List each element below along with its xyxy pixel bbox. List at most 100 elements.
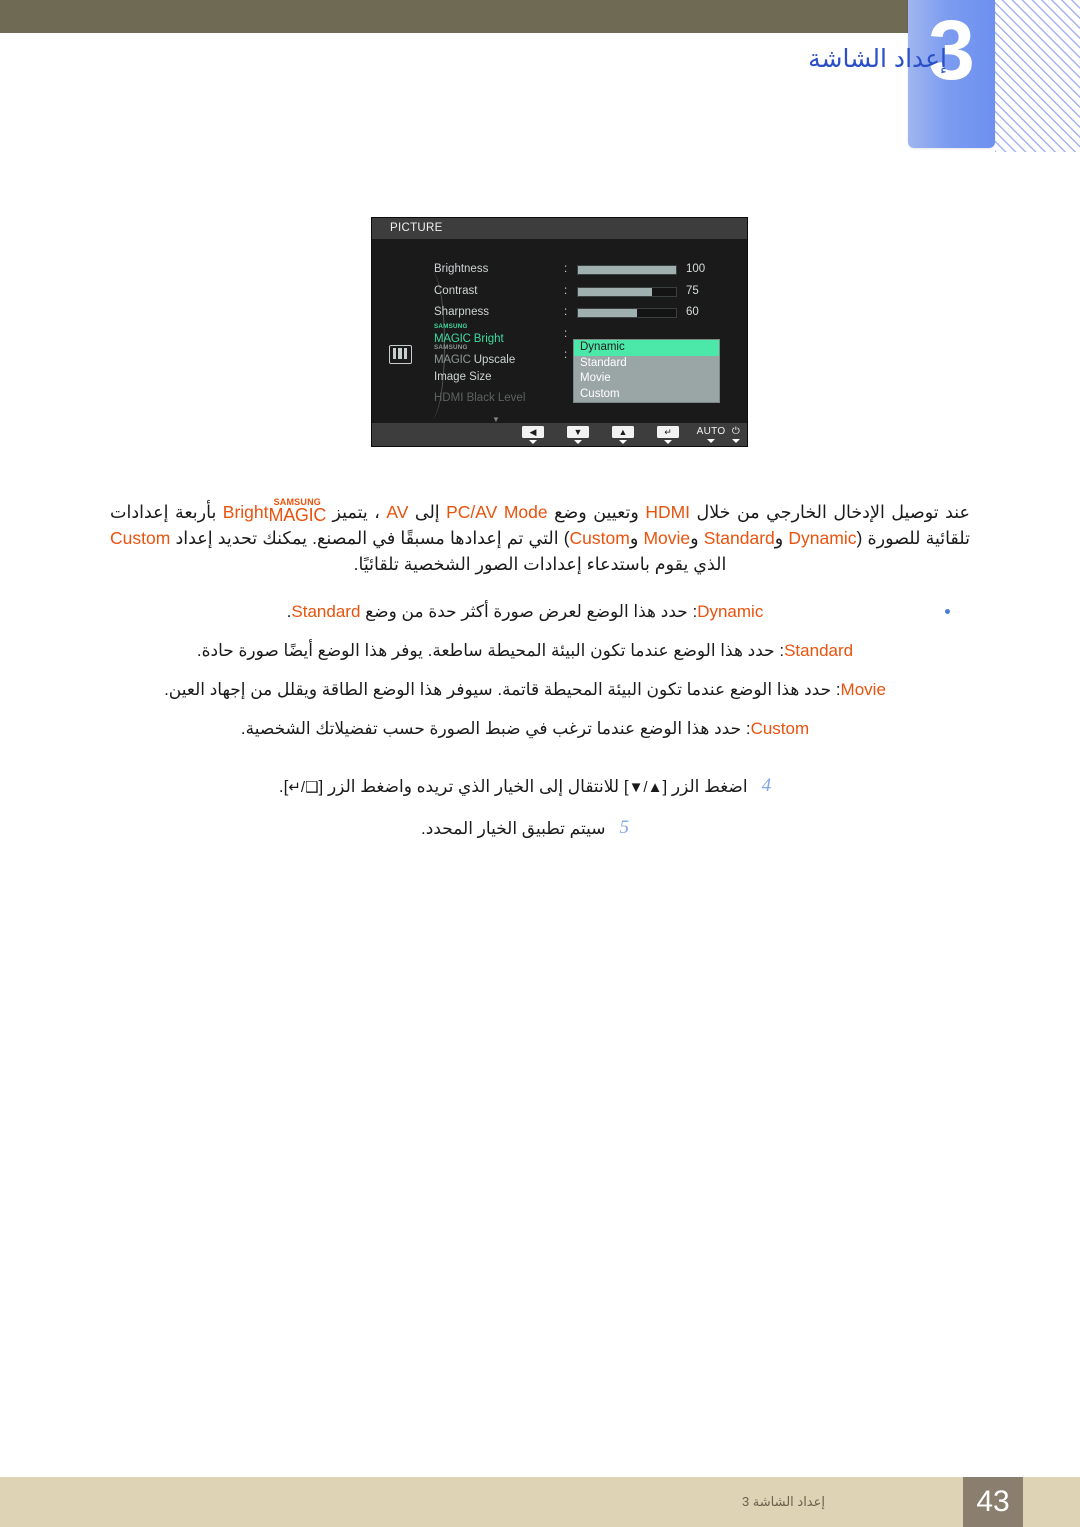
magic-suffix: Upscale [473, 354, 516, 367]
osd-label-hdmi-black-level: HDMI Black Level [434, 392, 526, 404]
header-olive-bar [0, 0, 908, 33]
bullet-dot-icon [945, 609, 950, 614]
magic-wordmark: MAGIC [268, 504, 327, 525]
updown-keycap-icon: ▲/▼ [628, 779, 663, 796]
button-pointer-icon [619, 439, 627, 444]
osd-row-contrast[interactable]: Contrast : 75 [434, 283, 734, 305]
auto-button[interactable]: AUTO [690, 426, 732, 443]
osd-value-sharpness: 60 [686, 306, 699, 318]
button-pointer-icon [574, 439, 582, 444]
osd-colon: : [564, 284, 568, 297]
term-av: AV [386, 501, 409, 522]
intro-paragraph: عند توصيل الإدخال الخارجي من خلال HDMI و… [110, 497, 970, 577]
list-item: Movie: حدد هذا الوضع عندما تكون البيئة ا… [100, 670, 950, 709]
osd-colon: : [564, 327, 568, 340]
term-pcav-mode: PC/AV Mode [446, 501, 548, 522]
mode-description-list: Dynamic: حدد هذا الوضع لعرض صورة أكثر حد… [100, 592, 950, 748]
button-pointer-icon [529, 439, 537, 444]
step-4: 4 اضغط الزر [▲/▼] للانتقال إلى الخيار الذ… [100, 765, 950, 807]
list-item: Custom: حدد هذا الوضع عندما ترغب في ضبط … [100, 709, 950, 748]
list-item: Dynamic: حدد هذا الوضع لعرض صورة أكثر حد… [100, 592, 950, 631]
osd-slider-brightness[interactable] [577, 265, 677, 275]
osd-titlebar: PICTURE [372, 218, 747, 239]
intro-paragraph-block: عند توصيل الإدخال الخارجي من خلال HDMI و… [110, 480, 970, 594]
osd-label-magicupscale: SAMSUNG MAGIC Upscale [434, 344, 516, 367]
dropdown-option-standard[interactable]: Standard [574, 356, 719, 372]
auto-button-label: AUTO [696, 426, 726, 437]
button-pointer-icon [664, 439, 672, 444]
picture-icon [389, 345, 412, 364]
step-text-a: سيتم تطبيق الخيار المحدد. [421, 819, 606, 838]
step-5: 5 سيتم تطبيق الخيار المحدد. [100, 807, 950, 849]
osd-slider-contrast[interactable] [577, 286, 677, 297]
up-button[interactable]: ▲ [612, 426, 634, 444]
intro-text-7: الذي يقوم باستدعاء إعدادات الصور الشخصية… [353, 553, 727, 574]
numbered-steps: 4 اضغط الزر [▲/▼] للانتقال إلى الخيار الذ… [100, 765, 950, 849]
footer-chapter-label: إعداد الشاشة 3 [741, 1494, 825, 1509]
left-button[interactable]: ◀ [522, 426, 544, 444]
dropdown-option-dynamic[interactable]: Dynamic [574, 340, 719, 356]
term-hdmi: HDMI [645, 501, 691, 522]
osd-value-brightness: 100 [686, 263, 706, 275]
osd-button-bar: ◀ ▼ ▲ ↵ AUTO ⏻ [372, 423, 747, 446]
list-item: Standard: حدد هذا الوضع عندما تكون البيئ… [100, 631, 950, 670]
dropdown-option-custom[interactable]: Custom [574, 387, 719, 403]
intro-sep-2: و [690, 527, 704, 548]
osd-row-sharpness[interactable]: Sharpness : 60 [434, 304, 734, 326]
osd-label-image-size: Image Size [434, 370, 492, 383]
magic-suffix-inline: Bright [222, 501, 269, 522]
chapter-tab: 3 [908, 0, 995, 148]
term-custom: Custom [569, 527, 630, 548]
magic-wordmark: MAGIC [434, 354, 471, 367]
osd-label-brightness: Brightness [434, 263, 489, 275]
term-dynamic: Dynamic [788, 527, 857, 548]
osd-row-brightness[interactable]: Brightness : 100 [434, 261, 734, 283]
bullet-text: : حدد هذا الوضع عندما ترغب في ضبط الصورة… [240, 719, 751, 738]
enter-keycap-icon: ❑/↵ [288, 779, 319, 796]
down-button[interactable]: ▼ [567, 426, 589, 444]
page-header: 3 إعداد الشاشة [0, 0, 1080, 152]
header-hatch-pattern [995, 0, 1080, 152]
magicbright-dropdown[interactable]: Dynamic Standard Movie Custom [573, 339, 720, 403]
bullet-term-standard-ref: Standard [291, 602, 361, 621]
intro-text-2: وتعيين وضع [547, 501, 646, 522]
bullet-term-dynamic: Dynamic [697, 602, 764, 621]
intro-text-4: ، يتميز [326, 501, 387, 522]
step-text-a: اضغط الزر [ [662, 777, 748, 796]
term-movie: Movie [643, 527, 691, 548]
intro-text-6: ) التي تم إعدادها مسبقًا في المصنع. يمكن… [170, 527, 570, 548]
osd-colon: : [564, 306, 568, 318]
footer-chapter-label-wrap: إعداد الشاشة 3 [0, 1477, 950, 1527]
intro-text-1: عند توصيل الإدخال الخارجي من خلال [690, 501, 970, 522]
osd-label-sharpness: Sharpness [434, 306, 489, 318]
intro-sep-1: و [774, 527, 789, 548]
footer-page-number: 43 [963, 1477, 1023, 1527]
step-text-c: ]. [278, 777, 289, 796]
step-number: 5 [619, 817, 629, 838]
osd-value-contrast: 75 [686, 284, 699, 297]
osd-title: PICTURE [390, 222, 443, 234]
magicbright-wordmark-inline: SAMSUNG MAGIC [268, 497, 327, 525]
step-number: 4 [761, 775, 772, 796]
osd-body: Brightness : 100 Contrast : 75 Sharpness… [372, 239, 747, 424]
intro-sep-3: و [629, 527, 644, 548]
bullet-text: : حدد هذا الوضع عندما تكون البيئة المحيط… [196, 641, 785, 660]
step-text-b: ] للانتقال إلى الخيار الذي تريده واضغط ا… [318, 777, 629, 796]
term-custom-2: Custom [110, 527, 171, 548]
enter-button[interactable]: ↵ [657, 426, 679, 444]
dropdown-option-movie[interactable]: Movie [574, 371, 719, 387]
down-button-glyph: ▼ [567, 426, 589, 438]
osd-colon: : [564, 349, 568, 361]
left-button-glyph: ◀ [522, 426, 544, 438]
enter-button-glyph: ↵ [657, 426, 679, 438]
up-button-glyph: ▲ [612, 426, 634, 438]
button-pointer-icon [707, 438, 715, 443]
osd-label-magicbright: SAMSUNG MAGIC Bright [434, 322, 504, 346]
intro-text-3: إلى [408, 501, 447, 522]
samsung-wordmark: SAMSUNG [434, 344, 468, 351]
power-icon: ⏻ [731, 426, 741, 437]
osd-slider-sharpness[interactable] [577, 308, 677, 318]
power-button[interactable]: ⏻ [728, 426, 744, 443]
bullet-term-standard: Standard [784, 641, 854, 660]
samsung-wordmark: SAMSUNG [434, 322, 468, 330]
